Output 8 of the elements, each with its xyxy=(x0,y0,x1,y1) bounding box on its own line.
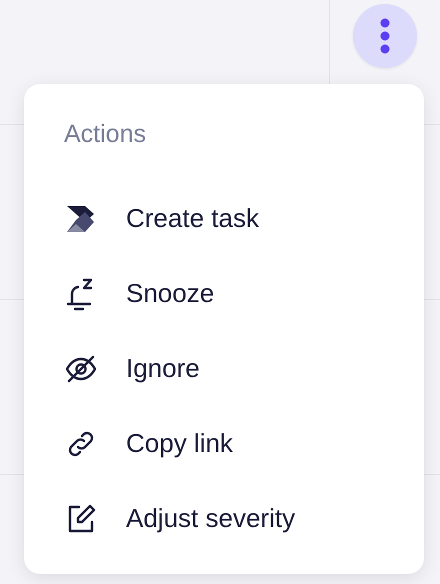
menu-item[interactable]: Ignore xyxy=(64,331,200,406)
menu-item[interactable]: Adjust severity xyxy=(64,481,296,556)
more-options-button[interactable] xyxy=(353,4,417,68)
menu-item[interactable]: Copy link xyxy=(64,406,233,481)
kebab-icon xyxy=(380,18,390,54)
menu-item[interactable]: Snooze xyxy=(64,256,214,331)
menu-heading: Actions xyxy=(64,122,146,147)
menu-item[interactable]: Create task xyxy=(64,181,259,256)
